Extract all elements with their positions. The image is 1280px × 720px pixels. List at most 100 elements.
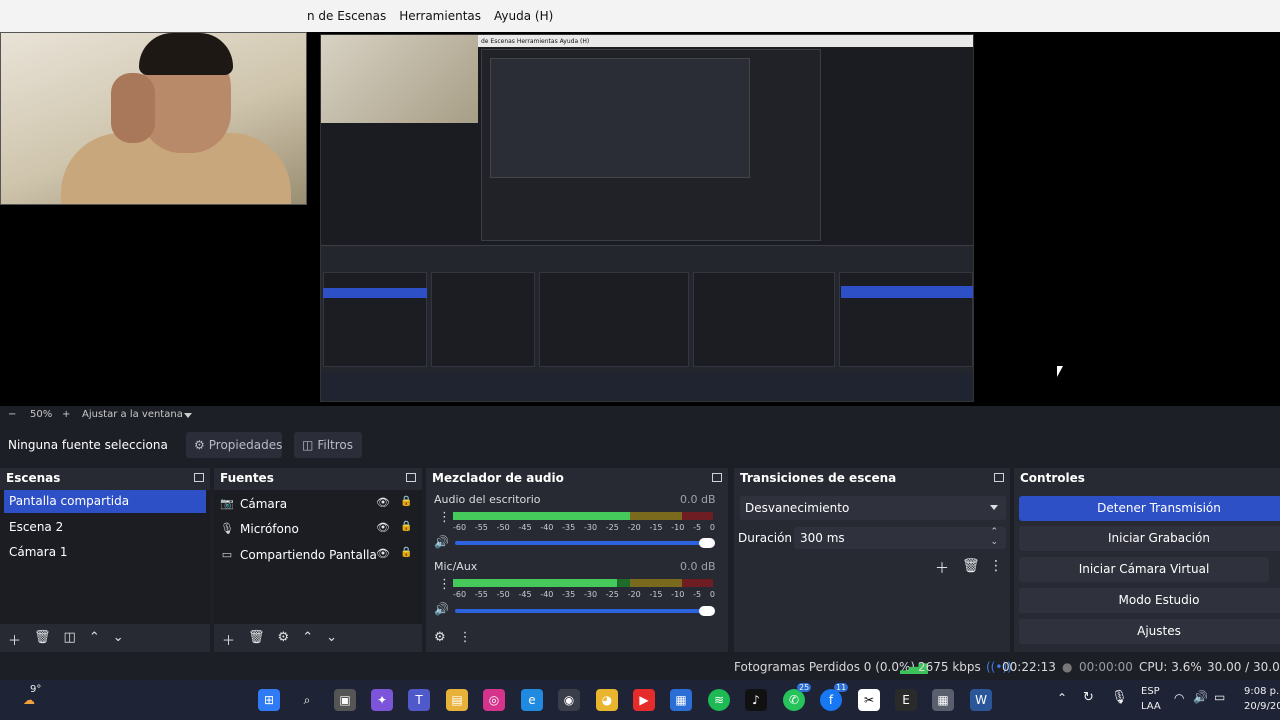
meter-tick: -25 (605, 523, 619, 532)
duration-input[interactable]: 300 ms ⌃ ⌄ (794, 527, 1006, 549)
lock-icon[interactable]: 🔒 (400, 496, 412, 507)
epic-games-icon[interactable]: E (895, 689, 917, 711)
advanced-audio-icon[interactable]: ⚙ (434, 630, 446, 652)
search-icon[interactable]: ⌕ (296, 689, 318, 711)
task-view-icon[interactable]: ▣ (334, 689, 356, 711)
visibility-eye-icon[interactable]: 👁 (376, 547, 390, 560)
chevron-up-icon[interactable]: ⌃ (89, 630, 100, 652)
slider-handle[interactable] (699, 538, 715, 548)
add-icon[interactable]: ＋ (8, 630, 21, 652)
volume-slider[interactable] (455, 606, 715, 616)
chevron-up-icon[interactable]: ⌃ (1057, 691, 1067, 705)
lock-icon[interactable]: 🔒 (400, 547, 412, 558)
zoom-out-button[interactable]: − (8, 409, 16, 420)
filter-icon[interactable]: ◫ (64, 630, 76, 652)
facebook-icon[interactable]: f (820, 689, 842, 711)
clock-time[interactable]: 9:08 p. (1244, 686, 1279, 697)
trash-icon[interactable]: 🗑 (34, 630, 51, 652)
store-icon[interactable]: ▦ (670, 689, 692, 711)
preview-canvas[interactable]: de Escenas Herramientas Ayuda (H) (0, 32, 1280, 406)
undock-icon[interactable] (712, 473, 722, 482)
obs-icon[interactable]: ◉ (558, 689, 580, 711)
tiktok-icon[interactable]: ♪ (745, 689, 767, 711)
trash-icon[interactable]: 🗑 (962, 558, 980, 574)
gear-icon[interactable]: ⚙ (278, 630, 290, 652)
sync-icon[interactable]: ↻ (1083, 690, 1094, 705)
spotify-icon[interactable]: ≋ (708, 689, 730, 711)
wifi-icon[interactable]: ◠ (1174, 691, 1184, 705)
properties-button[interactable]: ⚙ Propiedades (186, 432, 282, 458)
edge-icon[interactable]: e (521, 689, 543, 711)
language-top[interactable]: ESP (1141, 686, 1160, 697)
trash-icon[interactable]: 🗑 (248, 630, 265, 652)
undock-icon[interactable] (406, 473, 416, 482)
menu-help[interactable]: Ayuda (H) (494, 9, 553, 23)
duration-label: Duración (738, 531, 793, 545)
start-recording-button[interactable]: Iniciar Grabación (1019, 526, 1280, 551)
undock-icon[interactable] (994, 473, 1004, 482)
meter-tick: -10 (671, 590, 685, 599)
word-icon[interactable]: W (970, 689, 992, 711)
settings-button[interactable]: Ajustes (1019, 619, 1280, 644)
windows-start-icon[interactable]: ⊞ (258, 689, 280, 711)
capcut-icon[interactable]: ✂ (858, 689, 880, 711)
source-item-screen[interactable]: ▭ Compartiendo Pantalla 👁 🔒 (220, 542, 420, 567)
whatsapp-icon[interactable]: ✆ (783, 689, 805, 711)
filters-button[interactable]: ◫ Filtros (294, 432, 362, 458)
menu-tools[interactable]: Herramientas (399, 9, 481, 23)
fit-window-button[interactable]: Ajustar a la ventana (82, 409, 183, 420)
scene-item[interactable]: Pantalla compartida (4, 490, 206, 513)
add-icon[interactable]: ＋ (935, 558, 949, 578)
microphone-icon[interactable]: 🎙 (1111, 690, 1128, 705)
instagram-icon[interactable]: ◎ (483, 689, 505, 711)
folder-icon[interactable]: ▤ (446, 689, 468, 711)
scene-item[interactable]: Escena 2 (4, 516, 206, 539)
transitions-title: Transiciones de escena (740, 471, 897, 485)
no-source-label: Ninguna fuente selecciona (8, 438, 168, 452)
windows-taskbar: ☁ 9° ⊞ ⌕ ▣ ✦ T ▤ ◎ e ◉ ◕ ▶ ▦ ≋ ♪ ✆ 25 f … (0, 680, 1280, 720)
stop-streaming-button[interactable]: Detener Transmisión (1019, 496, 1280, 521)
zoom-in-button[interactable]: + (62, 409, 70, 420)
chevron-down-icon[interactable]: ⌄ (326, 630, 337, 652)
slider-handle[interactable] (699, 606, 715, 616)
clock-date[interactable]: 20/9/20 (1244, 701, 1280, 712)
obs-window: { "menu": { "items": ["n de Escenas", "H… (0, 0, 1280, 720)
scene-item[interactable]: Cámara 1 (4, 541, 206, 564)
channel-menu-icon[interactable]: ⋮ (438, 577, 451, 592)
visibility-eye-icon[interactable]: 👁 (376, 521, 390, 534)
youtube-icon[interactable]: ▶ (633, 689, 655, 711)
camera-icon: 📷 (220, 497, 234, 510)
channel-menu-icon[interactable]: ⋮ (438, 510, 451, 525)
studio-mode-button[interactable]: Modo Estudio (1019, 588, 1280, 613)
meter-level (453, 579, 617, 587)
teams-icon[interactable]: T (408, 689, 430, 711)
source-item-camera[interactable]: 📷 Cámara 👁 🔒 (220, 491, 420, 516)
calculator-icon[interactable]: ▦ (932, 689, 954, 711)
copilot-icon[interactable]: ✦ (371, 689, 393, 711)
speaker-icon[interactable]: 🔊 (434, 535, 449, 549)
speaker-icon[interactable]: 🔊 (434, 602, 449, 616)
chrome-icon[interactable]: ◕ (596, 689, 618, 711)
battery-icon[interactable]: ▭ (1214, 690, 1225, 704)
start-virtual-camera-button[interactable]: Iniciar Cámara Virtual (1019, 557, 1269, 582)
webcam-overlay (0, 32, 307, 205)
undock-icon[interactable] (194, 473, 204, 482)
transition-select[interactable]: Desvanecimiento (740, 496, 1006, 520)
chevron-down-icon[interactable]: ⌄ (113, 630, 124, 652)
nested-mixer (539, 272, 689, 367)
lock-icon[interactable]: 🔒 (400, 521, 412, 532)
chevron-up-icon[interactable]: ⌃ (302, 630, 313, 652)
zoom-dropdown-icon[interactable] (184, 413, 192, 418)
stepper-icon[interactable]: ⌃ ⌄ (990, 527, 998, 547)
menu-dots-icon[interactable]: ⋮ (459, 630, 472, 652)
menu-dots-icon[interactable]: ⋮ (989, 558, 1003, 574)
source-item-microphone[interactable]: 🎙 Micrófono 👁 🔒 (220, 516, 420, 541)
volume-slider[interactable] (455, 538, 715, 548)
language-bottom[interactable]: LAA (1141, 701, 1161, 712)
nested-sources (431, 272, 535, 367)
add-icon[interactable]: ＋ (222, 630, 235, 652)
volume-icon[interactable]: 🔊 (1193, 690, 1208, 704)
menu-scene-collection[interactable]: n de Escenas (307, 9, 386, 23)
meter-tick: -35 (562, 523, 576, 532)
visibility-eye-icon[interactable]: 👁 (376, 496, 390, 509)
